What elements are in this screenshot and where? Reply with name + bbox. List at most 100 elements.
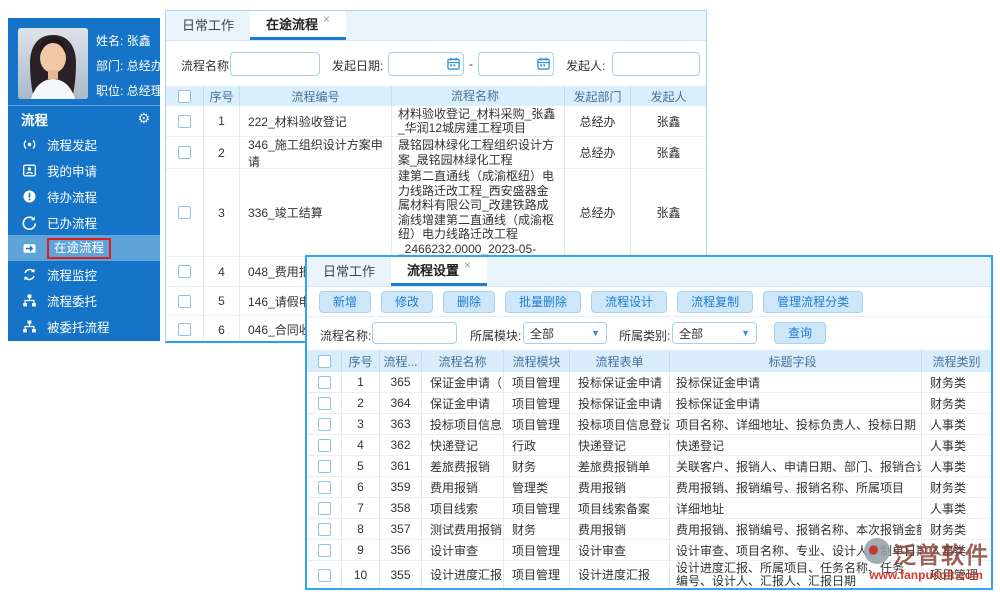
user-title: 职位: 总经理 [96,84,163,98]
table-row[interactable]: 7 358 项目线索 项目管理 项目线索备案 详细地址 人事类 [307,498,991,519]
row-checkbox[interactable] [317,375,331,389]
sidebar-item-delegated-processes[interactable]: 被委托流程 [8,313,160,339]
select-all-checkbox[interactable] [317,354,331,368]
table-row[interactable]: 3 363 投标项目信息登记 项目管理 投标项目信息登记 项目名称、详细地址、投… [307,414,991,435]
table-row[interactable]: 9 356 设计审查 项目管理 设计审查 设计审查、项目名称、专业、设计人、制单… [307,540,991,561]
panel2-toolbar: 新增 修改 删除 批量删除 流程设计 流程复制 管理流程分类 [307,287,991,317]
table-header-row: 序号 流程... 流程名称 流程模块 流程表单 标题字段 流程类别 [307,350,991,372]
tab-in-transit-processes[interactable]: 在途流程 × [250,11,347,40]
row-checkbox[interactable] [178,146,191,159]
row-checkbox[interactable] [317,417,331,431]
table-header-row: 序号 流程编号 流程名称 发起部门 发起人 [166,86,706,106]
add-button[interactable]: 新增 [319,290,372,313]
table-row[interactable]: 1 365 保证金申请（副本） 项目管理 投标保证金申请 投标保证金申请 财务类 [307,372,991,393]
module-select[interactable]: 全部 ▼ [523,322,607,344]
row-checkbox[interactable] [178,206,191,219]
sidebar-item-done-processes[interactable]: 已办流程 [8,209,160,235]
row-checkbox[interactable] [317,459,331,473]
table-row[interactable]: 2 364 保证金申请 项目管理 投标保证金申请 投标保证金申请 财务类 [307,393,991,414]
table-row[interactable]: 5 361 差旅费报销 财务 差旅费报销单 关联客户、报销人、申请日期、部门、报… [307,456,991,477]
sidebar: 姓名: 张鑫 部门: 总经办 职位: 总经理 流程 ⚙ 流程发起 我的申请 待办… [8,18,163,341]
close-icon[interactable]: × [464,258,471,272]
user-profile: 姓名: 张鑫 部门: 总经办 职位: 总经理 [8,18,163,105]
table-row[interactable]: 4 362 快递登记 行政 快递登记 快递登记 人事类 [307,435,991,456]
row-checkbox[interactable] [317,568,331,582]
query-button[interactable]: 查询 [774,322,827,344]
col-seq: 序号 [342,350,380,372]
manage-process-category-button[interactable]: 管理流程分类 [763,290,864,313]
row-checkbox[interactable] [317,522,331,536]
process-name-input[interactable] [230,52,320,76]
tab-process-settings[interactable]: 流程设置 × [391,257,488,286]
initiator-input[interactable] [612,52,700,76]
panel1-filterbar: 流程名称: 发起日期: - 发起人: [166,41,706,86]
table-row[interactable]: 8 357 测试费用报销 财务 费用报销 费用报销、报销编号、报销名称、本次报销… [307,519,991,540]
process-name-input[interactable] [372,322,457,344]
table-row[interactable]: 6 359 费用报销 管理类 费用报销 费用报销、报销编号、报销名称、所属项目 … [307,477,991,498]
row-checkbox[interactable] [317,438,331,452]
annotation-highlight-box: 在途流程 [47,237,112,259]
col-process-code: 流程编号 [240,86,392,106]
edit-button[interactable]: 修改 [381,290,434,313]
batch-delete-button[interactable]: 批量删除 [505,290,582,313]
sidebar-item-process-monitor[interactable]: 流程监控 [8,261,160,287]
org-chart-icon [22,293,37,308]
row-checkbox[interactable] [178,114,191,128]
start-date-label: 发起日期: [332,59,384,73]
process-name-label: 流程名称: [320,329,372,343]
col-title-fields: 标题字段 [670,350,922,372]
module-label: 所属模块: [470,329,522,343]
table-row[interactable]: 1 222_材料验收登记 材料验收登记_材料采购_张鑫_华润12城房建工程项目 … [166,106,706,137]
row-checkbox[interactable] [178,323,191,336]
org-chart-icon [22,319,37,334]
gear-icon[interactable]: ⚙ [137,110,150,127]
sidebar-menu: 流程发起 我的申请 待办流程 已办流程 在途流程 流程监控 流程委托 被委托流程 [8,131,160,339]
select-all-checkbox[interactable] [178,89,191,103]
sidebar-item-process-delegation[interactable]: 流程委托 [8,287,160,313]
delete-button[interactable]: 删除 [443,290,496,313]
row-checkbox[interactable] [178,294,191,308]
panel2-tabbar: 日常工作 流程设置 × [307,257,991,287]
row-checkbox[interactable] [317,543,331,557]
table-row[interactable]: 2 346_施工组织设计方案申请 晟铭园林绿化工程组织设计方案_晟铭园林绿化工程… [166,137,706,169]
category-label: 所属类别: [619,329,671,343]
table-row[interactable]: 10 355 设计进度汇报 项目管理 设计进度汇报 设计进度汇报、所属项目、任务… [307,561,991,588]
calendar-icon[interactable] [447,57,460,75]
sidebar-item-my-applications[interactable]: 我的申请 [8,157,160,183]
col-seq: 序号 [204,86,240,106]
category-select[interactable]: 全部 ▼ [672,322,757,344]
chevron-down-icon: ▼ [591,328,600,338]
process-design-button[interactable]: 流程设计 [591,290,668,313]
tab-daily-work[interactable]: 日常工作 [166,11,250,40]
sidebar-section-header: 流程 ⚙ [8,105,160,131]
col-process-module: 流程模块 [504,350,570,372]
col-process-form: 流程表单 [570,350,670,372]
sidebar-item-todo-processes[interactable]: 待办流程 [8,183,160,209]
avatar [18,28,88,99]
sidebar-item-process-start[interactable]: 流程发起 [8,131,160,157]
process-settings-window: 日常工作 流程设置 × 新增 修改 删除 批量删除 流程设计 流程复制 管理流程分… [305,255,993,590]
table-row[interactable]: 3 336_竣工结算 收入合同_改建铁路成渝线增建第二直通线（成渝枢纽）电力线路… [166,169,706,257]
row-checkbox[interactable] [317,396,331,410]
process-copy-button[interactable]: 流程复制 [677,290,754,313]
date-separator: - [469,57,473,71]
initiator-label: 发起人: [566,59,606,73]
tab-daily-work[interactable]: 日常工作 [307,257,391,286]
section-title: 流程 [21,112,48,128]
row-checkbox[interactable] [178,265,191,278]
calendar-icon[interactable] [537,57,550,75]
user-dept: 部门: 总经办 [96,59,163,73]
panel2-filterbar: 流程名称: 所属模块: 全部 ▼ 所属类别: 全部 ▼ 查询 [307,317,991,350]
col-start-dept: 发起部门 [565,86,631,106]
alert-circle-icon [22,189,37,204]
sidebar-item-in-transit-processes[interactable]: 在途流程 [8,235,160,261]
row-checkbox[interactable] [317,501,331,515]
app-window: 姓名: 张鑫 部门: 总经办 职位: 总经理 流程 ⚙ 流程发起 我的申请 待办… [0,0,1000,600]
id-card-icon [22,163,37,178]
sync-icon [22,267,37,282]
broadcast-icon [22,137,37,152]
col-process-name: 流程名称 [392,86,565,106]
redo-icon [22,215,37,230]
close-icon[interactable]: × [323,12,330,26]
row-checkbox[interactable] [317,480,331,494]
